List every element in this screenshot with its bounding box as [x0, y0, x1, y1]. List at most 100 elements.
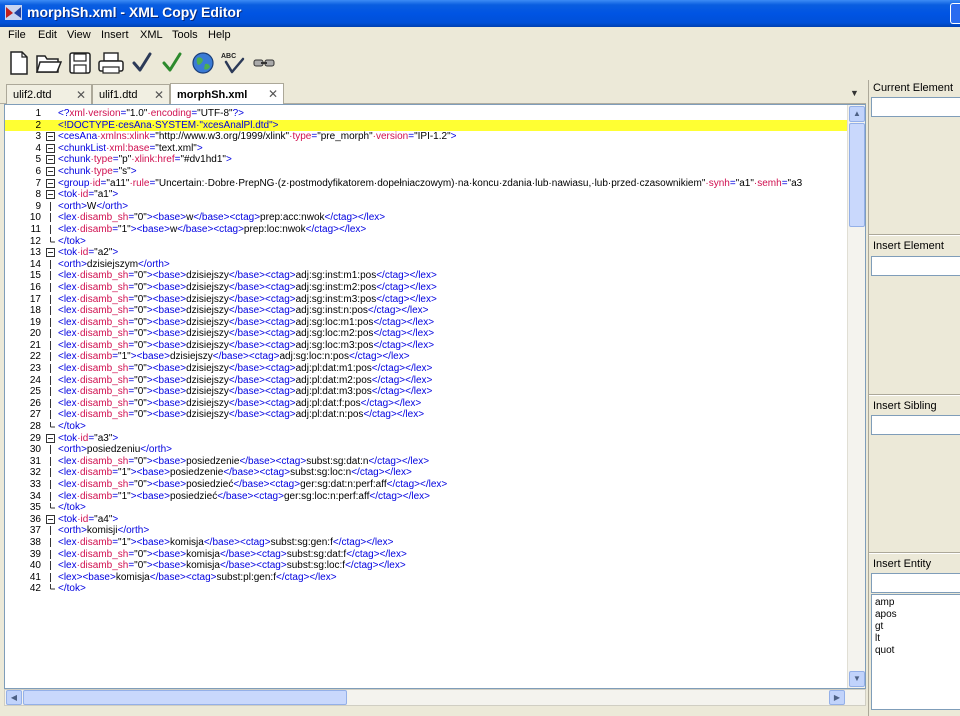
scroll-left-icon[interactable]: ◀ [6, 690, 22, 705]
open-folder-icon [36, 55, 62, 73]
menu-help[interactable]: Help [208, 29, 231, 41]
editor-line[interactable]: 14 <orth>dzisiejszym</orth> [5, 259, 847, 271]
browser-button[interactable] [189, 49, 217, 77]
close-icon[interactable]: ✕ [154, 88, 164, 102]
editor-line[interactable]: 16 <lex·disamb_sh="0"><base>dzisiejszy</b… [5, 282, 847, 294]
menu-insert[interactable]: Insert [101, 29, 129, 41]
panel-divider[interactable] [869, 552, 960, 554]
menu-edit[interactable]: Edit [38, 29, 57, 41]
editor-line[interactable]: 35 </tok> [5, 502, 847, 514]
editor-line[interactable]: 36 <tok·id="a4"> [5, 514, 847, 526]
fold-toggle-icon[interactable] [46, 143, 55, 153]
editor-line[interactable]: 27 <lex·disamb_sh="0"><base>dzisiejszy</b… [5, 409, 847, 421]
list-item[interactable]: lt [875, 633, 959, 645]
close-icon[interactable]: ✕ [268, 87, 278, 101]
editor-line[interactable]: 22 <lex·disamb="1"><base>dzisiejszy</base… [5, 351, 847, 363]
fold-toggle-icon[interactable] [46, 514, 55, 524]
editor-line[interactable]: 40 <lex·disamb_sh="0"><base>komisja</base… [5, 560, 847, 572]
insert-entity-field[interactable] [871, 573, 960, 593]
fold-toggle-icon[interactable] [46, 132, 55, 142]
save-button[interactable] [66, 49, 94, 77]
editor-line[interactable]: 25 <lex·disamb_sh="0"><base>dzisiejszy</b… [5, 386, 847, 398]
list-item[interactable]: amp [875, 597, 959, 609]
fold-toggle-icon[interactable] [46, 190, 55, 200]
editor-line[interactable]: 3 <cesAna·xmlns:xlink="http://www.w3.org/… [5, 131, 847, 143]
tab-morphsh[interactable]: morphSh.xml ✕ [170, 83, 284, 105]
editor-line[interactable]: 15 <lex·disamb_sh="0"><base>dzisiejszy</b… [5, 270, 847, 282]
editor-line[interactable]: 9 <orth>W</orth> [5, 201, 847, 213]
editor-line[interactable]: 13 <tok·id="a2"> [5, 247, 847, 259]
title-bar[interactable]: morphSh.xml - XML Copy Editor [0, 0, 960, 27]
check-wellformed-button[interactable] [128, 49, 156, 77]
editor-line[interactable]: 41 <lex><base>komisja</base><ctag>subst:p… [5, 572, 847, 584]
insert-element-field[interactable] [871, 256, 960, 276]
editor-line[interactable]: 24 <lex·disamb_sh="0"><base>dzisiejszy</b… [5, 375, 847, 387]
editor-line[interactable]: 4 <chunkList·xml:base="text.xml"> [5, 143, 847, 155]
fold-toggle-icon[interactable] [46, 248, 55, 258]
editor-line[interactable]: 6 <chunk·type="s"> [5, 166, 847, 178]
editor-line[interactable]: 42 </tok> [5, 583, 847, 595]
xslt-button[interactable] [250, 49, 278, 77]
list-item[interactable]: quot [875, 645, 959, 657]
menu-file[interactable]: File [8, 29, 26, 41]
editor-line[interactable]: 39 <lex·disamb_sh="0"><base>komisja</base… [5, 549, 847, 561]
editor-line[interactable]: 26 <lex·disamb_sh="0"><base>dzisiejszy</b… [5, 398, 847, 410]
scroll-down-icon[interactable]: ▼ [849, 671, 865, 687]
spellcheck-button[interactable]: ABC [219, 49, 247, 77]
vertical-scrollbar[interactable]: ▲ ▼ [847, 105, 865, 688]
insert-sibling-field[interactable] [871, 415, 960, 435]
window-controls[interactable] [950, 3, 960, 24]
tab-list-dropdown-icon[interactable]: ▼ [850, 88, 859, 98]
editor-line[interactable]: 29 <tok·id="a3"> [5, 433, 847, 445]
editor-line[interactable]: 33 <lex·disamb_sh="0"><base>posiedzieć</b… [5, 479, 847, 491]
editor-line[interactable]: 32 <lex·disamb="1"><base>posiedzenie</bas… [5, 467, 847, 479]
fold-toggle-icon[interactable] [46, 166, 55, 176]
editor-line[interactable]: 17 <lex·disamb_sh="0"><base>dzisiejszy</b… [5, 294, 847, 306]
editor-line[interactable]: 5 <chunk·type="p"·xlink:href="#dv1hd1"> [5, 154, 847, 166]
scroll-right-icon[interactable]: ▶ [829, 690, 845, 705]
editor-line[interactable]: 28 </tok> [5, 421, 847, 433]
fold-toggle-icon[interactable] [46, 178, 55, 188]
list-item[interactable]: gt [875, 621, 959, 633]
code-editor[interactable]: 1 <?xml·version="1.0"·encoding="UTF-8"?> 2… [4, 104, 866, 689]
editor-line[interactable]: 30 <orth>posiedzeniu</orth> [5, 444, 847, 456]
editor-line[interactable]: 21 <lex·disamb_sh="0"><base>dzisiejszy</b… [5, 340, 847, 352]
scroll-thumb[interactable] [849, 123, 865, 227]
list-item[interactable]: apos [875, 609, 959, 621]
validate-button[interactable] [158, 49, 186, 77]
editor-line[interactable]: 38 <lex·disamb="1"><base>komisja</base><c… [5, 537, 847, 549]
editor-line[interactable]: 1 <?xml·version="1.0"·encoding="UTF-8"?> [5, 108, 847, 120]
editor-line[interactable]: 7 <group·id="a11"·rule="Uncertain:·Dobre·… [5, 178, 847, 190]
editor-line[interactable]: 20 <lex·disamb_sh="0"><base>dzisiejszy</b… [5, 328, 847, 340]
new-document-button[interactable] [5, 49, 33, 77]
menu-xml[interactable]: XML [140, 29, 163, 41]
menu-tools[interactable]: Tools [172, 29, 198, 41]
menu-view[interactable]: View [67, 29, 91, 41]
horizontal-scrollbar[interactable]: ◀ ▶ [4, 689, 866, 706]
editor-line[interactable]: 10 <lex·disamb_sh="0"><base>w</base><ctag… [5, 212, 847, 224]
editor-line[interactable]: 34 <lex·disamb="1"><base>posiedzieć</base… [5, 491, 847, 503]
editor-line[interactable]: 19 <lex·disamb_sh="0"><base>dzisiejszy</b… [5, 317, 847, 329]
editor-line[interactable]: 31 <lex·disamb_sh="0"><base>posiedzenie</… [5, 456, 847, 468]
editor-line[interactable]: 23 <lex·disamb_sh="0"><base>dzisiejszy</b… [5, 363, 847, 375]
fold-toggle-icon[interactable] [46, 155, 55, 165]
print-button[interactable] [97, 49, 125, 77]
line-code: <chunk·type="p"·xlink:href="#dv1hd1"> [58, 154, 232, 166]
editor-line[interactable]: 37 <orth>komisji</orth> [5, 525, 847, 537]
editor-line[interactable]: 8 <tok·id="a1"> [5, 189, 847, 201]
tab-ulif1[interactable]: ulif1.dtd ✕ [92, 84, 170, 104]
scroll-up-icon[interactable]: ▲ [849, 106, 865, 122]
open-button[interactable] [35, 49, 63, 77]
editor-line[interactable]: 11 <lex·disamb="1"><base>w</base><ctag>pr… [5, 224, 847, 236]
editor-line[interactable]: 12 </tok> [5, 236, 847, 248]
fold-toggle-icon[interactable] [46, 433, 55, 443]
scroll-thumb[interactable] [23, 690, 347, 705]
panel-divider[interactable] [869, 234, 960, 236]
current-element-field[interactable] [871, 97, 960, 117]
panel-divider[interactable] [869, 394, 960, 396]
editor-line[interactable]: 18 <lex·disamb_sh="0"><base>dzisiejszy</b… [5, 305, 847, 317]
tab-ulif2[interactable]: ulif2.dtd ✕ [6, 84, 92, 104]
close-icon[interactable]: ✕ [76, 88, 86, 102]
editor-line[interactable]: 2 <!DOCTYPE·cesAna·SYSTEM·"xcesAnalPl.dtd… [5, 119, 847, 132]
xml-tag: </base> [228, 305, 266, 317]
